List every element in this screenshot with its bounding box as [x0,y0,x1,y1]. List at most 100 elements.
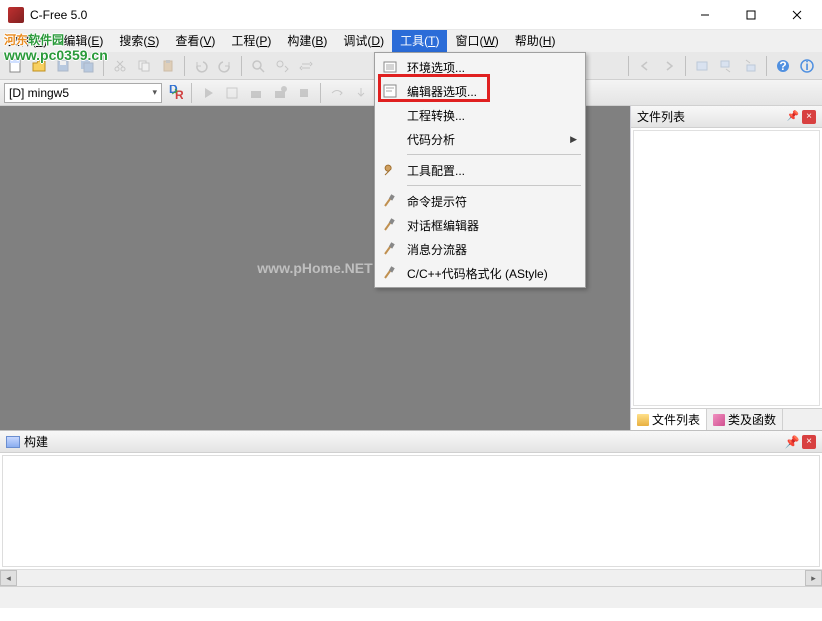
menu-label: C/C++代码格式化 (AStyle) [407,265,548,282]
menu-env-options[interactable]: 环境选项... [377,55,583,79]
replace-button[interactable] [295,55,317,77]
menu-msg-splitter[interactable]: 消息分流器 [377,237,583,261]
build-output[interactable] [2,455,820,567]
build-panel-header: 构建 📌 × [0,431,822,453]
menu-project[interactable]: 工程(P) [223,30,279,52]
menu-project-convert[interactable]: 工程转换... [377,103,583,127]
undo-button[interactable] [190,55,212,77]
rebuild-button[interactable] [269,82,291,104]
statusbar [0,586,822,608]
menu-label: 编辑器选项... [407,83,477,100]
menu-tool-config[interactable]: 工具配置... [377,158,583,182]
hammer-icon [381,264,399,282]
run-button[interactable] [197,82,219,104]
copy-button[interactable] [133,55,155,77]
compiler-value: [D] mingw5 [9,86,69,100]
menu-help[interactable]: 帮助(H) [507,30,564,52]
save-all-button[interactable] [76,55,98,77]
blank-icon [381,106,399,124]
tools-dropdown: 环境选项... 编辑器选项... 工程转换... 代码分析 工具配置... 命令… [374,52,586,288]
panel-close-button[interactable]: × [802,110,816,124]
menu-file[interactable]: 文件(F) [0,30,55,52]
blank-icon [381,130,399,148]
menu-separator [407,185,581,186]
build-panel: 构建 📌 × ◂ ▸ [0,430,822,586]
folder-icon [637,414,649,426]
tab-label: 类及函数 [728,411,776,428]
paste-button[interactable] [157,55,179,77]
hammer-icon [381,216,399,234]
titlebar: C-Free 5.0 [0,0,822,30]
svg-text:i: i [805,59,808,73]
hammer-icon [381,240,399,258]
debug-config-button[interactable]: DR [164,82,186,104]
compile-button[interactable] [221,82,243,104]
redo-button[interactable] [214,55,236,77]
build-button[interactable] [245,82,267,104]
wrench-icon [381,161,399,179]
svg-text:?: ? [779,59,786,73]
maximize-button[interactable] [728,0,774,30]
build-panel-close-button[interactable]: × [802,435,816,449]
file-list-body[interactable] [633,130,820,406]
class-icon [713,414,725,426]
app-icon [8,7,24,23]
editor-options-icon [381,82,399,100]
panel-header: 文件列表 📌 × [631,106,822,128]
new-file-button[interactable] [4,55,26,77]
hammer-icon [381,192,399,210]
build-panel-title: 构建 [24,433,785,450]
save-button[interactable] [52,55,74,77]
panel-tabs: 文件列表 类及函数 [631,408,822,430]
help-button[interactable]: ? [772,55,794,77]
menu-cmd-prompt[interactable]: 命令提示符 [377,189,583,213]
menu-separator [407,154,581,155]
info-button[interactable]: i [796,55,818,77]
center-watermark: www.pHome.NET [257,260,372,276]
menu-edit[interactable]: 编辑(E) [55,30,111,52]
cut-button[interactable] [109,55,131,77]
chevron-down-icon: ▾ [152,87,157,98]
open-file-button[interactable] [28,55,50,77]
compiler-combo[interactable]: [D] mingw5 ▾ [4,83,162,103]
horizontal-scrollbar[interactable]: ◂ ▸ [0,569,822,586]
menu-label: 消息分流器 [407,241,467,258]
menu-build[interactable]: 构建(B) [279,30,335,52]
scroll-right-button[interactable]: ▸ [805,570,822,586]
scroll-track[interactable] [17,570,805,586]
menu-astyle[interactable]: C/C++代码格式化 (AStyle) [377,261,583,285]
menu-search[interactable]: 搜索(S) [111,30,167,52]
window-title: C-Free 5.0 [30,8,682,22]
bookmark-next-button[interactable] [715,55,737,77]
find-next-button[interactable] [271,55,293,77]
menu-view[interactable]: 查看(V) [167,30,223,52]
menu-label: 环境选项... [407,59,465,76]
scroll-left-button[interactable]: ◂ [0,570,17,586]
find-button[interactable] [247,55,269,77]
menu-editor-options[interactable]: 编辑器选项... [377,79,583,103]
menu-code-analysis[interactable]: 代码分析 [377,127,583,151]
menu-label: 工程转换... [407,107,465,124]
step-over-button[interactable] [326,82,348,104]
build-output-icon [6,436,20,448]
minimize-button[interactable] [682,0,728,30]
close-button[interactable] [774,0,820,30]
menubar: 文件(F) 编辑(E) 搜索(S) 查看(V) 工程(P) 构建(B) 调试(D… [0,30,822,52]
step-into-button[interactable] [350,82,372,104]
tab-file-list[interactable]: 文件列表 [631,409,707,430]
menu-label: 命令提示符 [407,193,467,210]
bookmark-prev-button[interactable] [739,55,761,77]
menu-tools[interactable]: 工具(T) [392,30,447,52]
pin-icon[interactable]: 📌 [785,435,799,449]
nav-back-button[interactable] [634,55,656,77]
pin-icon[interactable]: 📌 [786,110,800,124]
bookmark-button[interactable] [691,55,713,77]
tab-classes[interactable]: 类及函数 [707,409,783,430]
stop-build-button[interactable] [293,82,315,104]
menu-debug[interactable]: 调试(D) [335,30,392,52]
menu-label: 对话框编辑器 [407,217,479,234]
menu-label: 代码分析 [407,131,455,148]
nav-forward-button[interactable] [658,55,680,77]
menu-window[interactable]: 窗口(W) [447,30,506,52]
menu-dialog-editor[interactable]: 对话框编辑器 [377,213,583,237]
